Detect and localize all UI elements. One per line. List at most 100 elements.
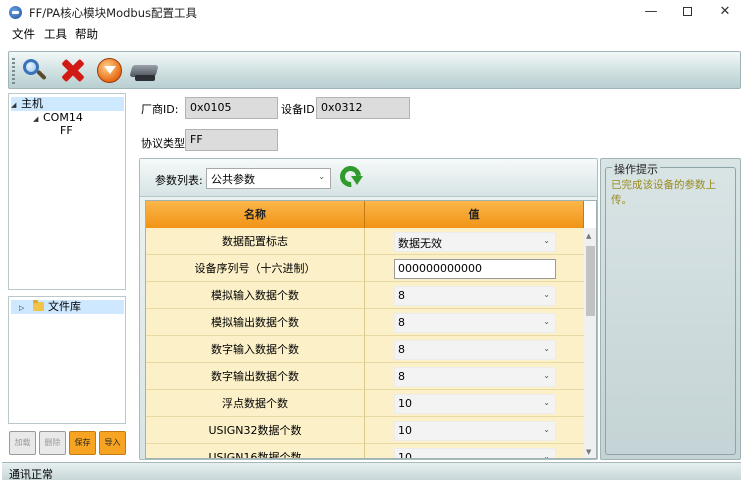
chevron-down-icon: ⌄ (543, 344, 550, 353)
tree-node-device-label: FF (60, 124, 73, 137)
minimize-button[interactable]: — (633, 0, 669, 24)
param-value: 10 (398, 397, 412, 410)
folder-icon (33, 300, 44, 311)
chevron-down-icon: ⌄ (543, 290, 550, 299)
param-name: 数据配置标志 (146, 228, 365, 255)
param-name: USIGN16数据个数 (146, 444, 365, 458)
import-button[interactable]: 导入 (99, 431, 126, 455)
table-row: 数据配置标志 数据无效 ⌄ (146, 228, 584, 255)
table-row: 数字输入数据个数 8 ⌄ (146, 336, 584, 363)
load-button[interactable]: 加载 (9, 431, 36, 455)
tree-node-library[interactable]: ▷ 文件库 (11, 300, 124, 314)
tree-node-host[interactable]: ◢ 主机 (11, 97, 124, 111)
table-row: 数字输出数据个数 8 ⌄ (146, 363, 584, 390)
window-title: FF/PA核心模块Modbus配置工具 (29, 6, 198, 20)
chevron-down-icon: ⌄ (543, 452, 550, 459)
tree-node-port-label: COM14 (43, 111, 83, 124)
param-value-select[interactable]: 8 ⌄ (394, 313, 556, 333)
param-name: 模拟输出数据个数 (146, 309, 365, 336)
vendor-id-field: 0x0105 (185, 97, 278, 119)
param-value: 8 (398, 289, 405, 302)
param-name: 浮点数据个数 (146, 390, 365, 417)
maximize-button[interactable] (669, 0, 705, 24)
refresh-button[interactable] (335, 161, 366, 192)
tips-panel: 操作提示 已完成该设备的参数上传。 (600, 158, 741, 460)
close-button[interactable]: ✕ (707, 0, 743, 24)
chevron-down-icon: ⌄ (543, 236, 550, 245)
device-id-field: 0x0312 (316, 97, 410, 119)
param-name: USIGN32数据个数 (146, 417, 365, 444)
param-value-select[interactable]: 8 ⌄ (394, 286, 556, 306)
param-list-select[interactable]: 公共参数 ⌄ (206, 168, 331, 189)
chevron-down-icon: ⌄ (543, 371, 550, 380)
device-info: 厂商ID: 0x0105 设备ID: 0x0312 协议类型: FF (139, 93, 741, 155)
param-value: 10 (398, 424, 412, 437)
maximize-icon (682, 7, 692, 16)
param-value: 8 (398, 370, 405, 383)
chevron-down-icon: ⌄ (543, 398, 550, 407)
search-button[interactable] (21, 57, 49, 85)
param-value-select[interactable]: 10 ⌄ (394, 394, 556, 414)
table-row: USIGN32数据个数 10 ⌄ (146, 417, 584, 444)
param-name: 数字输出数据个数 (146, 363, 365, 390)
library-label: 文件库 (48, 300, 81, 313)
title-bar: FF/PA核心模块Modbus配置工具 — ✕ (0, 0, 750, 24)
expand-icon[interactable]: ◢ (11, 98, 21, 112)
column-header-value[interactable]: 值 (365, 201, 584, 228)
param-name: 模拟输入数据个数 (146, 282, 365, 309)
toolbar-grip[interactable] (12, 58, 15, 84)
vendor-id-label: 厂商ID: (141, 103, 179, 116)
scroll-thumb[interactable] (586, 246, 595, 316)
protocol-label: 协议类型: (141, 137, 189, 150)
param-value-select[interactable]: 8 ⌄ (394, 340, 556, 360)
param-table: 名称 值 数据配置标志 数据无效 ⌄ 设备序列号（十六进制） 0000000000… (145, 200, 597, 459)
param-value-select[interactable]: 8 ⌄ (394, 367, 556, 387)
menu-bar: 文件 工具 帮助 (0, 24, 750, 43)
app-icon (9, 6, 22, 19)
param-value: 8 (398, 343, 405, 356)
param-value-select[interactable]: 10 ⌄ (394, 448, 556, 459)
table-scrollbar[interactable]: ▲ ▼ (584, 228, 596, 458)
param-value-select[interactable]: 10 ⌄ (394, 421, 556, 441)
expand-icon[interactable]: ◢ (33, 112, 43, 126)
tips-title: 操作提示 (612, 161, 660, 177)
device-id-label: 设备ID: (281, 103, 319, 116)
status-text: 通讯正常 (9, 468, 53, 481)
protocol-field: FF (185, 129, 278, 151)
param-list-label: 参数列表: (155, 174, 203, 187)
param-header: 参数列表: 公共参数 ⌄ (140, 159, 597, 197)
tree-node-port[interactable]: ◢ COM14 (33, 111, 83, 125)
tips-text: 已完成该设备的参数上传。 (611, 179, 716, 206)
param-list-value: 公共参数 (211, 173, 255, 186)
menu-help[interactable]: 帮助 (75, 26, 98, 42)
table-row: USIGN16数据个数 10 ⌄ (146, 444, 584, 459)
tree-node-host-label: 主机 (21, 97, 43, 110)
save-button[interactable]: 保存 (69, 431, 96, 455)
menu-tools[interactable]: 工具 (44, 26, 67, 42)
scroll-up-icon[interactable]: ▲ (586, 232, 591, 240)
device-tree: ◢ 主机 ◢ COM14 FF (8, 93, 126, 290)
param-value: 数据无效 (398, 237, 442, 250)
chevron-down-icon: ⌄ (543, 425, 550, 434)
param-panel: 参数列表: 公共参数 ⌄ 名称 值 数据配置标志 数据无效 ⌄ 设备序列号（十六进… (139, 158, 598, 460)
tree-node-device[interactable]: FF (60, 124, 73, 138)
param-value-input[interactable]: 000000000000 (394, 259, 556, 279)
delete-button[interactable] (59, 57, 87, 85)
table-row: 设备序列号（十六进制） 000000000000 (146, 255, 584, 282)
param-name: 数字输入数据个数 (146, 336, 365, 363)
chevron-down-icon: ⌄ (318, 172, 325, 181)
upload-button[interactable] (96, 57, 124, 85)
device-button[interactable] (129, 57, 159, 85)
param-value-select[interactable]: 数据无效 ⌄ (394, 232, 556, 252)
menu-file[interactable]: 文件 (12, 26, 35, 42)
delete-file-button[interactable]: 删除 (39, 431, 66, 455)
status-bar: 通讯正常 (2, 462, 741, 481)
tips-group: 操作提示 已完成该设备的参数上传。 (605, 161, 736, 455)
chevron-down-icon: ⌄ (543, 317, 550, 326)
param-value: 8 (398, 316, 405, 329)
collapse-icon[interactable]: ▷ (19, 301, 29, 315)
column-header-name[interactable]: 名称 (146, 201, 365, 228)
scroll-down-icon[interactable]: ▼ (586, 448, 591, 456)
param-name: 设备序列号（十六进制） (146, 255, 365, 282)
table-row: 模拟输入数据个数 8 ⌄ (146, 282, 584, 309)
